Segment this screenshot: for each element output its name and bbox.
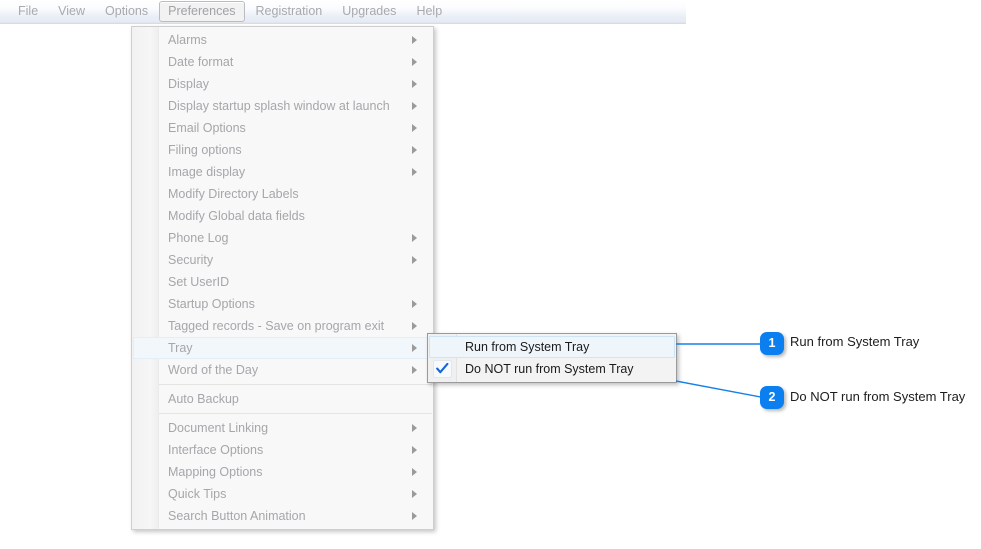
menu-item-label: Display startup splash window at launch <box>168 99 390 113</box>
menu-bar-item-options[interactable]: Options <box>96 1 157 22</box>
menu-item-label: Auto Backup <box>168 392 239 406</box>
menu-item-label: Word of the Day <box>168 363 259 377</box>
menu-item-label: Tray <box>168 341 193 355</box>
tray-submenu: Run from System Tray Do NOT run from Syst… <box>427 333 677 383</box>
menu-item-label: Alarms <box>168 33 207 47</box>
submenu-arrow-icon <box>412 446 417 454</box>
menu-item-label: Modify Global data fields <box>168 209 305 223</box>
submenu-arrow-icon <box>412 366 417 374</box>
menu-item-security[interactable]: Security <box>133 249 432 271</box>
menu-item-quick-tips[interactable]: Quick Tips <box>133 483 432 505</box>
menu-item-filing-options[interactable]: Filing options <box>133 139 432 161</box>
menu-separator <box>159 384 432 385</box>
menu-bar-item-view[interactable]: View <box>49 1 94 22</box>
submenu-arrow-icon <box>412 424 417 432</box>
menu-item-image-display[interactable]: Image display <box>133 161 432 183</box>
submenu-arrow-icon <box>412 490 417 498</box>
menu-item-label: Modify Directory Labels <box>168 187 299 201</box>
menu-item-label: Image display <box>168 165 246 179</box>
menu-item-label: Mapping Options <box>168 465 263 479</box>
menu-item-word-of-the-day[interactable]: Word of the Day <box>133 359 432 381</box>
menu-item-alarms[interactable]: Alarms <box>133 29 432 51</box>
submenu-arrow-icon <box>412 124 417 132</box>
application-menu-bar: File View Options Preferences Registration Up… <box>0 0 686 24</box>
menu-item-label: Set UserID <box>168 275 230 289</box>
menu-item-tagged-records-save-on-program-exit[interactable]: Tagged records - Save on program exit <box>133 315 432 337</box>
submenu-arrow-icon <box>412 512 417 520</box>
submenu-arrow-icon <box>412 102 417 110</box>
menu-item-label: Email Options <box>168 121 246 135</box>
menu-item-label: Quick Tips <box>168 487 227 501</box>
menu-item-interface-options[interactable]: Interface Options <box>133 439 432 461</box>
menu-item-label: Search Button Animation <box>168 509 306 523</box>
menu-bar-item-help[interactable]: Help <box>407 1 451 22</box>
menu-item-modify-global-data-fields[interactable]: Modify Global data fields <box>133 205 432 227</box>
menu-item-label: Display <box>168 77 209 91</box>
menu-item-label: Startup Options <box>168 297 255 311</box>
callout-text-1: Run from System Tray <box>790 334 920 349</box>
submenu-arrow-icon <box>412 58 417 66</box>
preferences-dropdown-menu: Alarms Date format Display Display startup … <box>131 26 434 530</box>
submenu-arrow-icon <box>412 168 417 176</box>
menu-item-document-linking[interactable]: Document Linking <box>133 417 432 439</box>
menu-bar-item-upgrades[interactable]: Upgrades <box>333 1 405 22</box>
submenu-arrow-icon <box>412 322 417 330</box>
menu-item-modify-directory-labels[interactable]: Modify Directory Labels <box>133 183 432 205</box>
menu-item-startup-options[interactable]: Startup Options <box>133 293 432 315</box>
checkmark-icon <box>433 360 452 378</box>
menu-bar-item-file[interactable]: File <box>9 1 47 22</box>
connector-line-2 <box>675 380 767 399</box>
menu-item-label: Filing options <box>168 143 242 157</box>
submenu-arrow-icon <box>412 256 417 264</box>
callout-text-2: Do NOT run from System Tray <box>790 389 966 404</box>
menu-item-mapping-options[interactable]: Mapping Options <box>133 461 432 483</box>
menu-item-label: Date format <box>168 55 234 69</box>
menu-bar-items: File View Options Preferences Registration Up… <box>0 0 686 23</box>
menu-separator <box>159 413 432 414</box>
submenu-item-label: Do NOT run from System Tray <box>465 362 634 376</box>
submenu-arrow-icon <box>412 80 417 88</box>
menu-item-email-options[interactable]: Email Options <box>133 117 432 139</box>
submenu-item-label: Run from System Tray <box>465 340 590 354</box>
submenu-item-do-not-run-from-system-tray[interactable]: Do NOT run from System Tray <box>429 358 675 380</box>
submenu-arrow-icon <box>412 468 417 476</box>
menu-item-label: Security <box>168 253 214 267</box>
menu-item-phone-log[interactable]: Phone Log <box>133 227 432 249</box>
menu-item-label: Document Linking <box>168 421 269 435</box>
menu-item-auto-backup[interactable]: Auto Backup <box>133 388 432 410</box>
menu-item-display[interactable]: Display <box>133 73 432 95</box>
callout-badge-1: 1 <box>760 332 784 355</box>
submenu-arrow-icon <box>412 344 417 352</box>
menu-item-label: Tagged records - Save on program exit <box>168 319 385 333</box>
menu-item-tray[interactable]: Tray <box>133 337 432 359</box>
menu-item-date-format[interactable]: Date format <box>133 51 432 73</box>
menu-item-set-userid[interactable]: Set UserID <box>133 271 432 293</box>
menu-item-label: Interface Options <box>168 443 264 457</box>
submenu-arrow-icon <box>412 234 417 242</box>
submenu-arrow-icon <box>412 146 417 154</box>
menu-bar-item-preferences[interactable]: Preferences <box>159 1 245 22</box>
menu-item-display-startup-splash-window-at-launch[interactable]: Display startup splash window at launch <box>133 95 432 117</box>
submenu-arrow-icon <box>412 36 417 44</box>
menu-item-label: Phone Log <box>168 231 229 245</box>
submenu-item-run-from-system-tray[interactable]: Run from System Tray <box>429 336 675 358</box>
menu-bar-item-registration[interactable]: Registration <box>247 1 332 22</box>
submenu-arrow-icon <box>412 300 417 308</box>
callout-badge-2: 2 <box>760 386 784 409</box>
menu-item-search-button-animation[interactable]: Search Button Animation <box>133 505 432 527</box>
